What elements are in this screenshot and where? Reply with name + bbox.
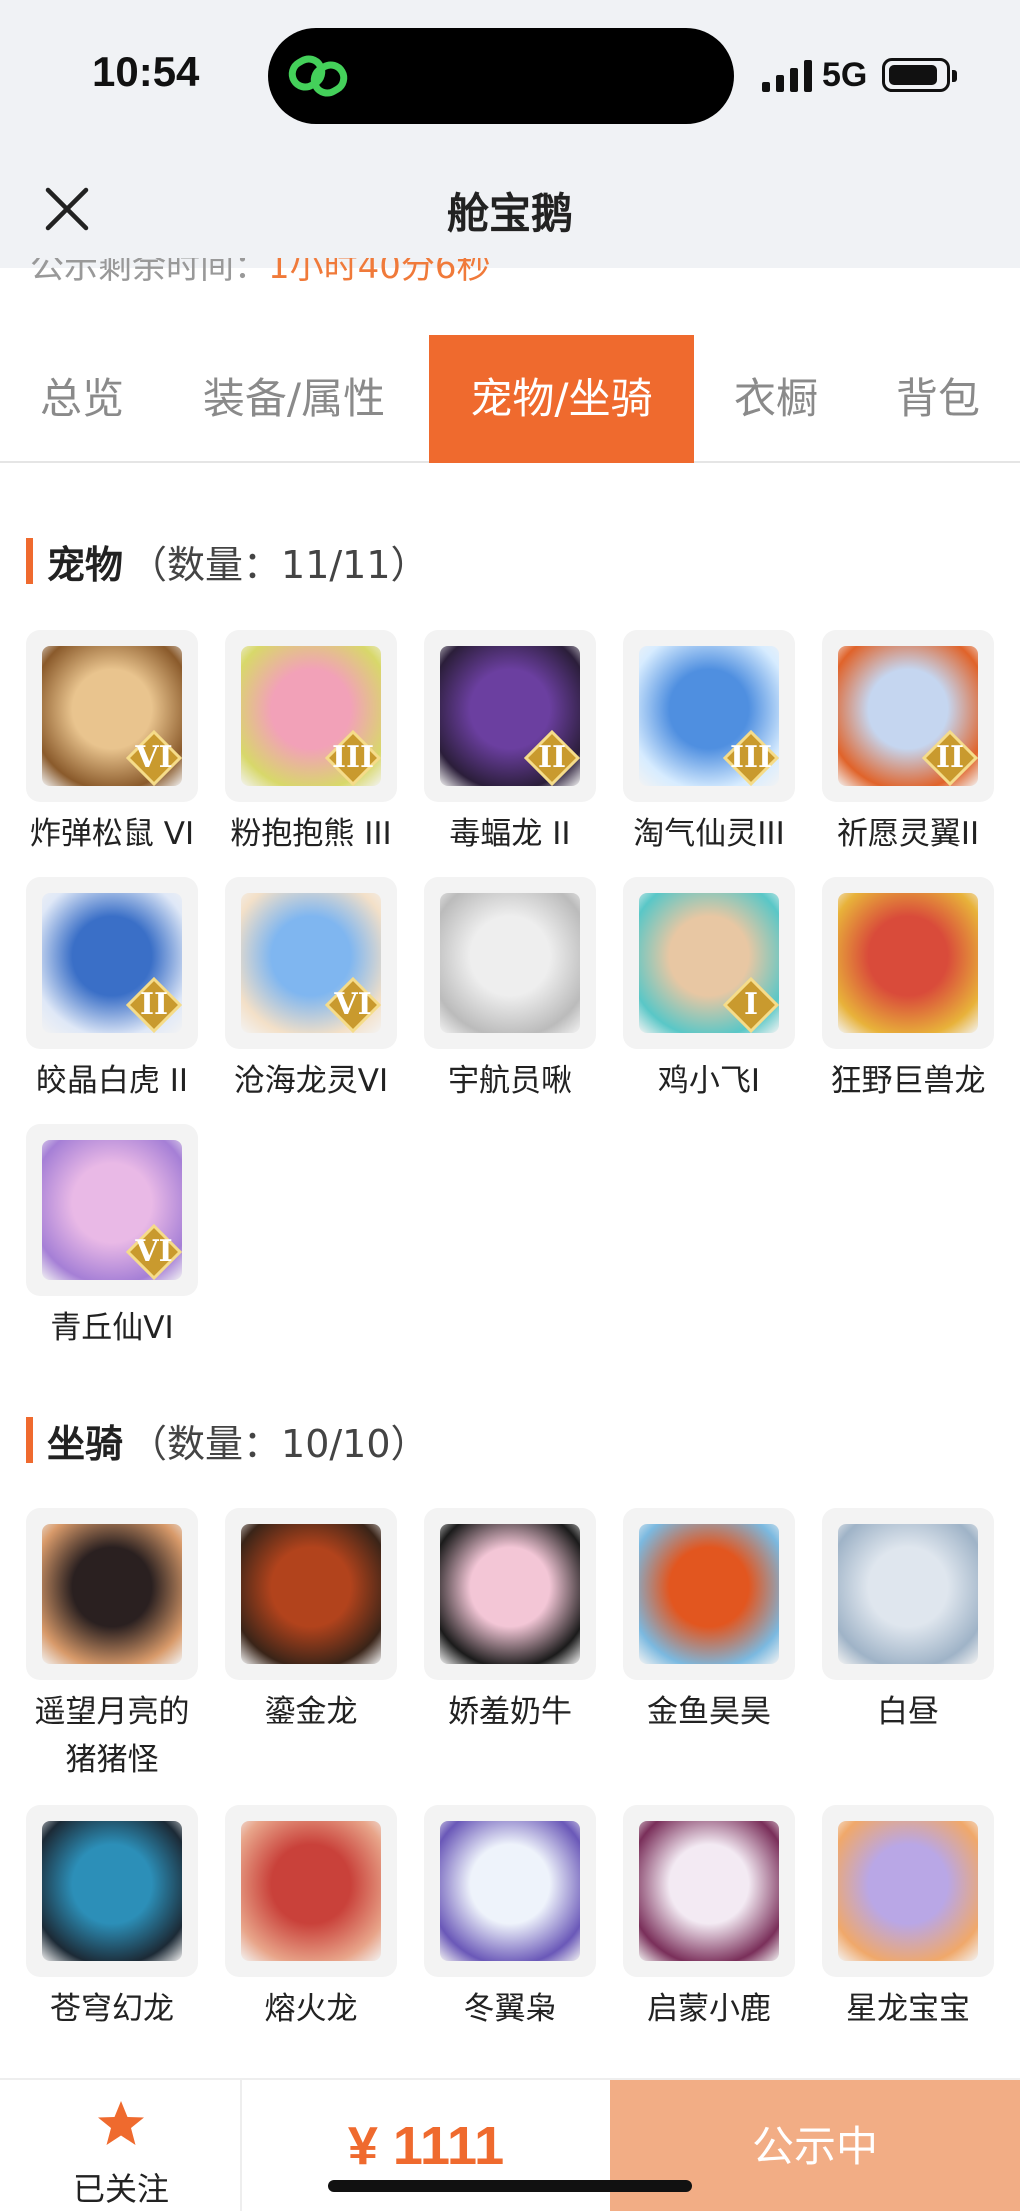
mount-thumbnail[interactable] [225,1508,397,1680]
pet-name: 宇航员啾 [448,1063,572,1099]
mount-image [440,1821,580,1961]
pet-name: 淘气仙灵III [633,816,785,852]
follow-label: 已关注 [72,2170,169,2208]
mount-name: 冬翼枭 [463,1991,557,2027]
tier-badge-icon: II [921,729,979,787]
home-indicator [328,2180,692,2192]
pet-image [440,893,580,1033]
pet-name: 毒蝠龙 II [449,816,571,852]
network-label: 5G [822,56,868,94]
mount-name: 鎏金龙 [264,1694,358,1730]
mount-name: 星龙宝宝 [846,1991,970,2027]
tier-badge-icon: III [722,729,780,787]
mount-thumbnail[interactable] [623,1805,795,1977]
mount-name: 白昼 [877,1694,939,1730]
pet-thumbnail[interactable]: II [822,630,994,802]
pet-thumbnail[interactable]: VI [26,630,198,802]
pet-thumbnail[interactable]: II [26,877,198,1049]
battery-icon [882,58,957,92]
mount-thumbnail[interactable] [822,1508,994,1680]
mount-image [241,1524,381,1664]
pets-section-header: 宠物 （数量：11/11） [26,536,429,587]
mount-image [639,1821,779,1961]
mount-image [838,1524,978,1664]
pet-name: 粉抱抱熊 III [230,816,392,852]
mount-name: 苍穹幻龙 [50,1991,174,2027]
mount-thumbnail[interactable] [424,1805,596,1977]
pet-thumbnail[interactable] [424,877,596,1049]
tier-badge-icon: VI [125,729,183,787]
pet-name: 炸弹松鼠 VI [29,816,195,852]
tier-badge-icon: II [125,976,183,1034]
remaining-time-label: 公示剩余时间： [30,258,268,284]
mount-name: 熔火龙 [264,1991,358,2027]
tab-overview[interactable]: 总览 [14,335,150,463]
mount-image [440,1524,580,1664]
tab-bag[interactable]: 背包 [868,335,1008,463]
nav-bar: 舱宝鹅 [0,150,1020,268]
pet-thumbnail[interactable]: VI [225,877,397,1049]
mount-image [639,1524,779,1664]
pet-name: 祈愿灵翼II [836,816,980,852]
link-app-icon [288,55,348,97]
mount-thumbnail[interactable] [26,1805,198,1977]
mount-name: 金鱼昊昊 [647,1694,771,1730]
tier-badge-icon: II [523,729,581,787]
pet-thumbnail[interactable]: III [225,630,397,802]
page-title: 舱宝鹅 [446,189,573,238]
pet-name: 皎晶白虎 II [35,1063,189,1099]
pets-count: （数量：11/11） [129,542,429,587]
pet-name: 狂野巨兽龙 [830,1063,986,1099]
pet-thumbnail[interactable]: III [623,630,795,802]
pet-name: 鸡小飞I [657,1063,761,1099]
mount-name: 启蒙小鹿 [647,1991,771,2027]
status-time: 10:54 [92,48,200,95]
tab-equipment[interactable]: 装备/属性 [184,335,404,463]
mount-thumbnail[interactable] [623,1508,795,1680]
pet-thumbnail[interactable]: I [623,877,795,1049]
mount-thumbnail[interactable] [225,1805,397,1977]
mount-image [42,1821,182,1961]
tab-bar: 总览 装备/属性 宠物/坐骑 衣橱 背包 [0,335,1020,463]
mount-thumbnail[interactable] [26,1508,198,1680]
mount-name: 娇羞奶牛 [448,1694,572,1730]
tier-badge-icon: VI [324,976,382,1034]
tier-badge-icon: III [324,729,382,787]
pet-thumbnail[interactable]: VI [26,1124,198,1296]
pet-thumbnail[interactable]: II [424,630,596,802]
mount-image [241,1821,381,1961]
pets-title: 宠物 [47,542,124,587]
mount-thumbnail[interactable] [822,1805,994,1977]
pet-image [838,893,978,1033]
mount-name: 遥望月亮的 猪猪怪 [34,1694,190,1778]
remaining-time-text: 公示剩余时间：1小时40分6秒 [30,258,491,284]
tier-badge-icon: VI [125,1223,183,1281]
mounts-title: 坐骑 [47,1421,124,1466]
star-icon [98,2101,144,2145]
mount-image [42,1524,182,1664]
tier-badge-icon: I [722,976,780,1034]
pet-name: 青丘仙VI [50,1310,174,1346]
mounts-section-header: 坐骑 （数量：10/10） [26,1415,429,1466]
pet-thumbnail[interactable] [822,877,994,1049]
mount-image [838,1821,978,1961]
remaining-time-value: 1小时40分6秒 [268,258,491,284]
mounts-count: （数量：10/10） [129,1421,429,1466]
status-bar: 10:54 5G [0,0,1020,150]
signal-icon [762,60,812,92]
follow-button[interactable]: 已关注 [0,2080,242,2211]
mount-thumbnail[interactable] [424,1508,596,1680]
pet-name: 沧海龙灵VI [233,1063,389,1099]
tab-pets-mounts[interactable]: 宠物/坐骑 [429,335,694,463]
tab-wardrobe[interactable]: 衣橱 [714,335,838,463]
